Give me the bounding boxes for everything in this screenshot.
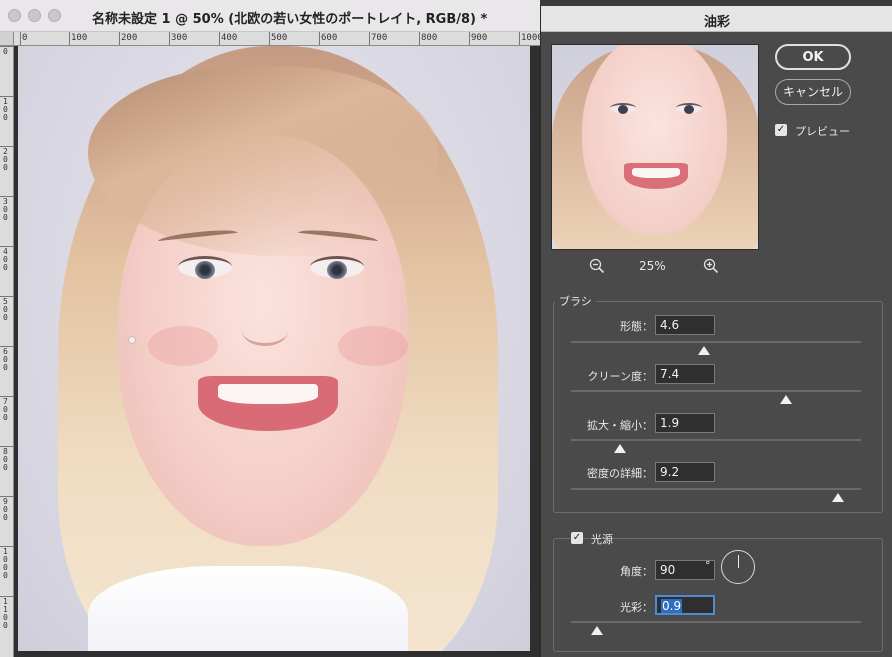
preview-mouth: [624, 163, 688, 189]
shine-slider-track[interactable]: [571, 621, 861, 623]
ruler-label: 900: [471, 33, 488, 43]
ruler-label: 1100: [3, 597, 8, 630]
angle-dial-icon[interactable]: [721, 550, 755, 584]
ruler-label: 700: [371, 33, 388, 43]
document-title: 名称未設定 1 @ 50% (北欧の若い女性のポートレイト, RGB/8) *: [92, 12, 488, 27]
lighting-label: 光源: [591, 533, 613, 546]
shine-value-selection: 0.9: [661, 599, 683, 613]
ruler-horizontal[interactable]: 0 100 200 300 400 500 600 700 800 900 10…: [14, 32, 540, 46]
preview-checkbox[interactable]: ✓: [775, 124, 787, 136]
ruler-label: 500: [271, 33, 288, 43]
portrait-mouth: [198, 376, 338, 431]
portrait-earring: [128, 336, 136, 344]
scale-label: 拡大・縮小：: [587, 419, 653, 432]
ruler-label: 500: [3, 297, 8, 322]
zoom-level: 25%: [639, 259, 666, 273]
ruler-corner[interactable]: [0, 32, 14, 46]
cleanliness-slider-thumb[interactable]: [779, 395, 792, 404]
portrait-shirt: [88, 566, 408, 651]
document-window: 名称未設定 1 @ 50% (北欧の若い女性のポートレイト, RGB/8) * …: [0, 0, 540, 657]
ruler-label: 1000: [521, 33, 540, 43]
ruler-label: 300: [3, 197, 8, 222]
ruler-label: 200: [121, 33, 138, 43]
ruler-label: 0: [3, 47, 8, 56]
bristle-detail-slider-thumb[interactable]: [831, 493, 844, 502]
ruler-label: 800: [421, 33, 438, 43]
oil-paint-dialog: 油彩 25% OK キャンセル ✓ プレビュー ブラシ 形態： 4.6 クリーン…: [540, 6, 892, 657]
shine-slider-thumb[interactable]: [591, 626, 604, 635]
preview-left-eye: [610, 103, 636, 114]
ruler-label: 700: [3, 397, 8, 422]
cleanliness-input[interactable]: 7.4: [655, 364, 715, 384]
portrait-right-eye: [310, 256, 364, 279]
angle-label: 角度：: [620, 565, 653, 578]
preview-right-eye: [676, 103, 702, 114]
lighting-checkbox[interactable]: ✓: [571, 532, 583, 544]
zoom-in-icon[interactable]: [703, 258, 719, 274]
ruler-vertical[interactable]: 0 100 200 300 400 500 600 700 800 900 10…: [0, 46, 14, 657]
portrait-left-cheek: [148, 326, 218, 366]
ruler-label: 600: [321, 33, 338, 43]
scale-input[interactable]: 1.9: [655, 413, 715, 433]
zoom-window-icon[interactable]: [48, 9, 61, 22]
preview-thumbnail[interactable]: [551, 44, 759, 250]
scale-slider-track[interactable]: [571, 439, 861, 441]
bristle-detail-input[interactable]: 9.2: [655, 462, 715, 482]
bristle-detail-label: 密度の詳細：: [587, 467, 653, 480]
document-canvas[interactable]: [18, 46, 530, 651]
cleanliness-label: クリーン度：: [587, 370, 653, 383]
ruler-label: 900: [3, 497, 8, 522]
cleanliness-slider-track[interactable]: [571, 390, 861, 392]
ruler-label: 0: [22, 33, 28, 43]
bristle-detail-slider-track[interactable]: [571, 488, 861, 490]
preview-label: プレビュー: [795, 125, 850, 138]
stylization-label: 形態：: [620, 320, 653, 333]
ruler-label: 100: [71, 33, 88, 43]
stylization-slider-track[interactable]: [571, 341, 861, 343]
minimize-window-icon[interactable]: [28, 9, 41, 22]
preview-face: [582, 45, 727, 235]
scale-slider-thumb[interactable]: [614, 444, 627, 453]
zoom-out-icon[interactable]: [589, 258, 605, 274]
shine-label: 光彩：: [620, 601, 653, 614]
ruler-label: 200: [3, 147, 8, 172]
ruler-label: 800: [3, 447, 8, 472]
ruler-label: 600: [3, 347, 8, 372]
stylization-input[interactable]: 4.6: [655, 315, 715, 335]
portrait-right-cheek: [338, 326, 408, 366]
ruler-label: 300: [171, 33, 188, 43]
degree-symbol: °: [705, 559, 711, 572]
ok-button[interactable]: OK: [775, 44, 851, 70]
dialog-titlebar[interactable]: 油彩: [541, 6, 892, 32]
ruler-label: 100: [3, 97, 8, 122]
close-window-icon[interactable]: [8, 9, 21, 22]
ruler-label: 1000: [3, 547, 8, 580]
dialog-title: 油彩: [703, 15, 730, 30]
document-titlebar[interactable]: 名称未設定 1 @ 50% (北欧の若い女性のポートレイト, RGB/8) *: [0, 0, 540, 32]
stylization-slider-thumb[interactable]: [698, 346, 711, 355]
portrait-nose: [242, 316, 288, 346]
brush-group-title: ブラシ: [555, 293, 596, 309]
ruler-label: 400: [221, 33, 238, 43]
ruler-label: 400: [3, 247, 8, 272]
cancel-button[interactable]: キャンセル: [775, 79, 851, 105]
shine-input[interactable]: 0.9: [655, 595, 715, 615]
portrait-left-eye: [178, 256, 232, 279]
